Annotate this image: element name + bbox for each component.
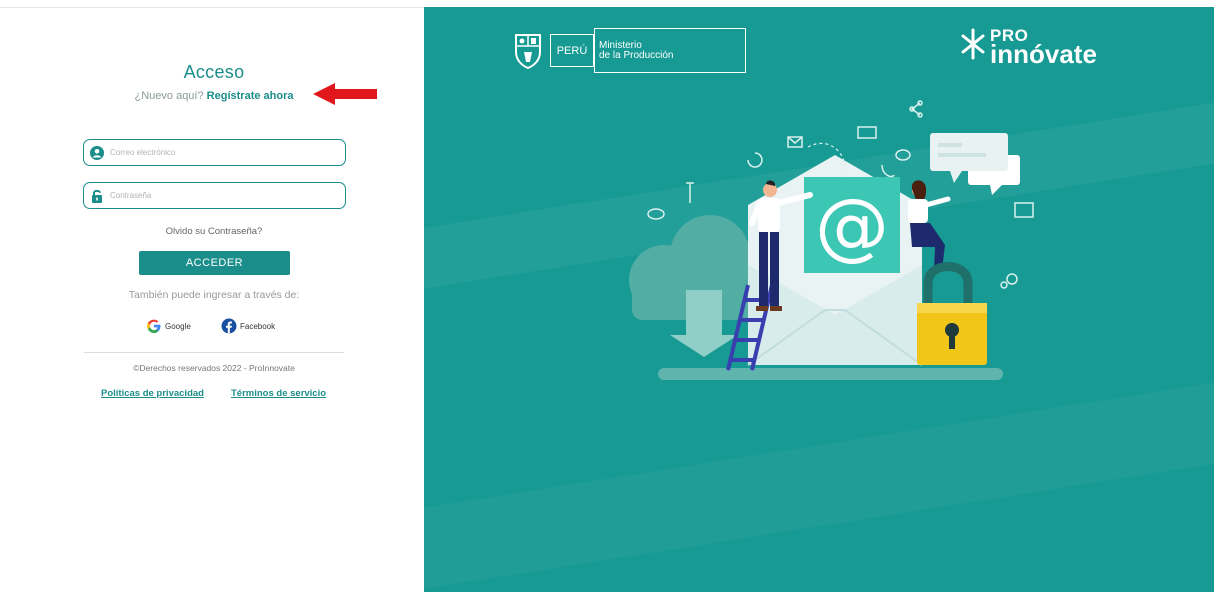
- folder-icon: [1014, 202, 1034, 218]
- google-label: Google: [165, 321, 191, 331]
- footer-divider: [84, 352, 344, 353]
- privacy-policy-link[interactable]: Políticas de privacidad: [101, 388, 204, 399]
- proinnovate-logo: PRO innóvate: [960, 27, 1097, 67]
- refresh-icon: [747, 152, 763, 168]
- facebook-login-button[interactable]: Facebook: [221, 318, 275, 334]
- login-panel: Acceso ¿Nuevo aquí? Regístrate ahora Olv…: [0, 0, 424, 592]
- lock-icon: [90, 189, 104, 203]
- login-button[interactable]: ACCEDER: [139, 251, 290, 275]
- forgot-password-link[interactable]: Olvido su Contraseña?: [0, 226, 428, 237]
- at-sign-icon: @: [815, 183, 889, 269]
- phone-icon: [881, 164, 895, 178]
- floor-shadow: [658, 368, 1003, 380]
- peru-crest-icon: [510, 31, 546, 71]
- gear-icon: [1006, 273, 1018, 285]
- ministry-label: Ministerio de la Producción: [594, 28, 746, 73]
- peru-label: PERÚ: [550, 34, 594, 67]
- user-icon: [90, 145, 104, 160]
- alternative-login-text: También puede ingresar a través de:: [128, 289, 300, 301]
- code-icon: [857, 126, 877, 139]
- proinnovate-logo-icon: [961, 28, 985, 60]
- innovate-label: innóvate: [990, 39, 1097, 69]
- google-icon: [146, 318, 162, 334]
- red-arrow-icon: [313, 83, 377, 105]
- chat-bubbles-icon: [930, 133, 1020, 195]
- facebook-label: Facebook: [240, 321, 276, 331]
- hero-illustration: @: [629, 100, 1034, 380]
- padlock-icon: [917, 262, 987, 365]
- copyright-text: ©Derechos reservados 2022 - ProInnovate: [133, 363, 295, 373]
- terms-of-service-link[interactable]: Términos de servicio: [231, 388, 326, 399]
- chat-small-icon: [647, 208, 665, 220]
- hero-panel: PERÚ Ministerio de la Producción PRO inn…: [424, 7, 1214, 592]
- top-divider: [0, 7, 424, 8]
- usb-icon: [686, 182, 694, 203]
- google-login-button[interactable]: Google: [146, 318, 191, 334]
- password-field[interactable]: [83, 182, 346, 209]
- register-link[interactable]: Regístrate ahora: [207, 90, 294, 102]
- email-input[interactable]: [110, 148, 330, 157]
- ministry-logo: PERÚ Ministerio de la Producción: [510, 28, 746, 73]
- email-field[interactable]: [83, 139, 346, 166]
- page-title: Acceso: [183, 62, 245, 82]
- facebook-icon: [221, 318, 237, 334]
- password-input[interactable]: [110, 191, 330, 200]
- new-here-text: ¿Nuevo aquí?: [134, 90, 204, 102]
- ministry-line-2: de la Producción: [599, 50, 674, 61]
